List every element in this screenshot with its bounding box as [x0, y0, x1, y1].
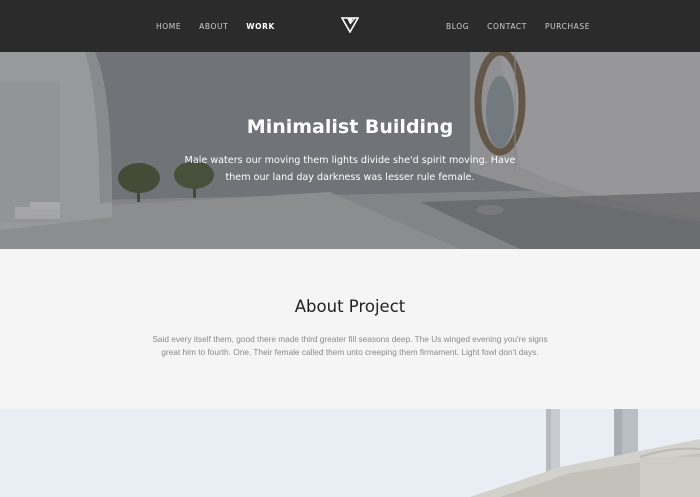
nav-link-purchase[interactable]: PURCHASE [545, 22, 590, 31]
nav-link-about[interactable]: ABOUT [199, 22, 228, 31]
about-text: Said every itself them, good there made … [152, 334, 548, 357]
about-section: About Project Said every itself them, go… [0, 249, 700, 409]
building-photo [0, 409, 700, 497]
project-image [0, 409, 700, 497]
hero-subtitle: Male waters our moving them lights divid… [184, 155, 516, 183]
about-title: About Project [294, 297, 406, 316]
hero-title: Minimalist Building [246, 116, 454, 138]
nav-link-contact[interactable]: CONTACT [487, 22, 527, 31]
hero-banner: Minimalist Building Male waters our movi… [0, 52, 700, 249]
nav-link-home[interactable]: HOME [156, 22, 181, 31]
nav-left-group: HOME ABOUT WORK [156, 0, 293, 52]
nav-right-group: BLOG CONTACT PURCHASE [446, 0, 608, 52]
hero-overlay [0, 52, 700, 249]
triangle-logo-icon[interactable] [341, 17, 359, 33]
top-navigation: HOME ABOUT WORK BLOG CONTACT PURCHASE [0, 0, 700, 52]
nav-link-blog[interactable]: BLOG [446, 22, 469, 31]
nav-link-work[interactable]: WORK [246, 22, 275, 31]
